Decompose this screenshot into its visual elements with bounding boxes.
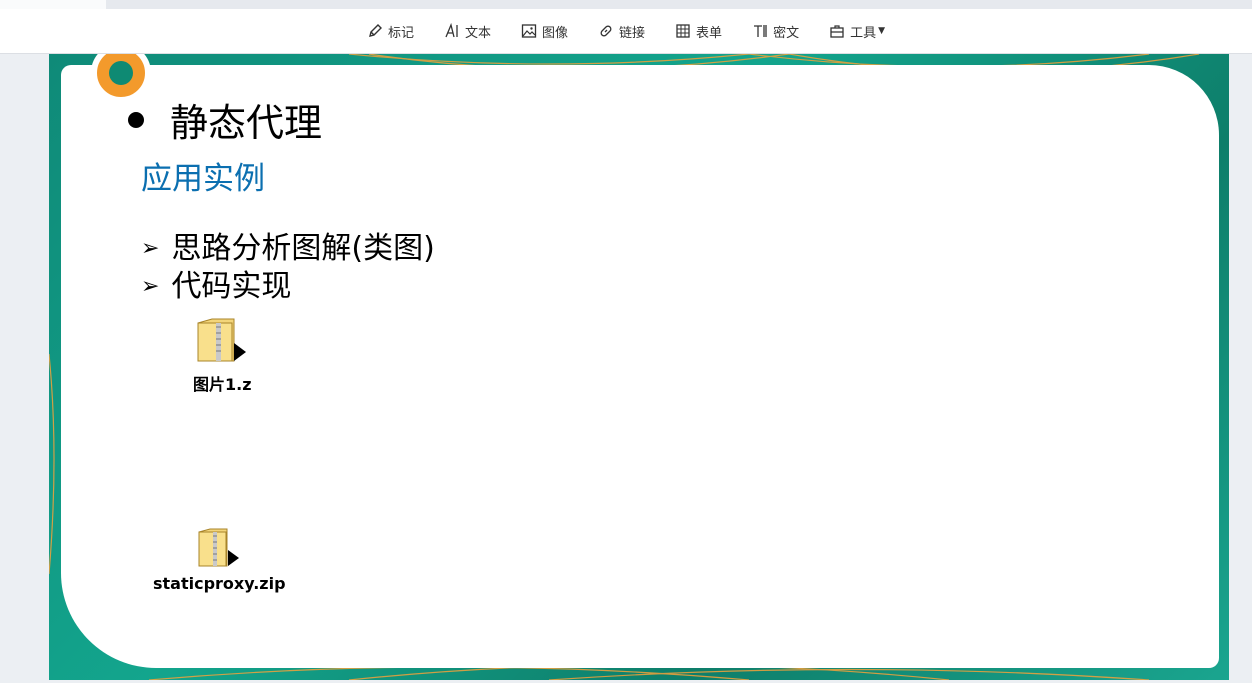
tools-menu-button[interactable]: 工具 ▼ (829, 22, 885, 41)
slide-subheading: 应用实例 (141, 161, 265, 197)
link-tool-button[interactable]: 链接 (598, 22, 645, 41)
tab-strip (0, 0, 1252, 9)
image-icon (521, 23, 537, 39)
bullet-arrow-icon: ➢ (141, 274, 160, 299)
pen-icon (367, 23, 383, 39)
bullet-item: ➢ 代码实现 (141, 268, 435, 306)
zip-folder-icon (196, 315, 248, 369)
bullet-list: ➢ 思路分析图解(类图) ➢ 代码实现 (141, 230, 435, 306)
bullet-text: 代码实现 (171, 269, 292, 304)
bullet-dot (128, 111, 144, 128)
toolbox-icon (829, 23, 845, 39)
image-tool-button[interactable]: 图像 (521, 22, 568, 41)
text-icon (444, 23, 460, 39)
text-tool-button[interactable]: 文本 (444, 22, 491, 41)
mark-tool-button[interactable]: 标记 (367, 22, 414, 41)
image-tool-label: 图像 (542, 25, 569, 41)
slide-content-area: 静态代理 应用实例 ➢ 思路分析图解(类图) ➢ 代码实现 图片1.z stat… (61, 54, 1219, 668)
toolbar: 标记 文本 图像 链接 表单 密文 工具 ▼ (0, 9, 1252, 54)
file-name-label: 图片1.z (193, 375, 252, 394)
link-tool-label: 链接 (619, 25, 646, 41)
mark-tool-label: 标记 (387, 25, 414, 41)
embedded-file-2[interactable]: staticproxy.zip (153, 526, 286, 593)
bullet-text: 思路分析图解(类图) (171, 231, 435, 266)
redact-icon (752, 23, 768, 39)
redact-tool-label: 密文 (773, 25, 800, 41)
redact-tool-button[interactable]: 密文 (752, 22, 799, 41)
bullet-arrow-icon: ➢ (141, 236, 160, 261)
link-icon (598, 23, 614, 39)
chevron-down-icon: ▼ (878, 26, 886, 36)
form-tool-label: 表单 (696, 25, 723, 41)
text-tool-label: 文本 (465, 25, 492, 41)
slide-page: 静态代理 应用实例 ➢ 思路分析图解(类图) ➢ 代码实现 图片1.z stat… (49, 54, 1229, 680)
slide-heading-text: 静态代理 (170, 101, 323, 145)
zip-folder-icon (197, 526, 241, 572)
active-tab[interactable] (0, 0, 106, 9)
file-name-label: staticproxy.zip (153, 574, 286, 593)
tools-menu-label: 工具 (850, 25, 877, 41)
embedded-file-1[interactable]: 图片1.z (193, 315, 252, 395)
form-tool-button[interactable]: 表单 (675, 22, 722, 41)
bullet-item: ➢ 思路分析图解(类图) (141, 230, 435, 268)
slide-heading: 静态代理 (128, 92, 322, 147)
table-icon (675, 23, 691, 39)
